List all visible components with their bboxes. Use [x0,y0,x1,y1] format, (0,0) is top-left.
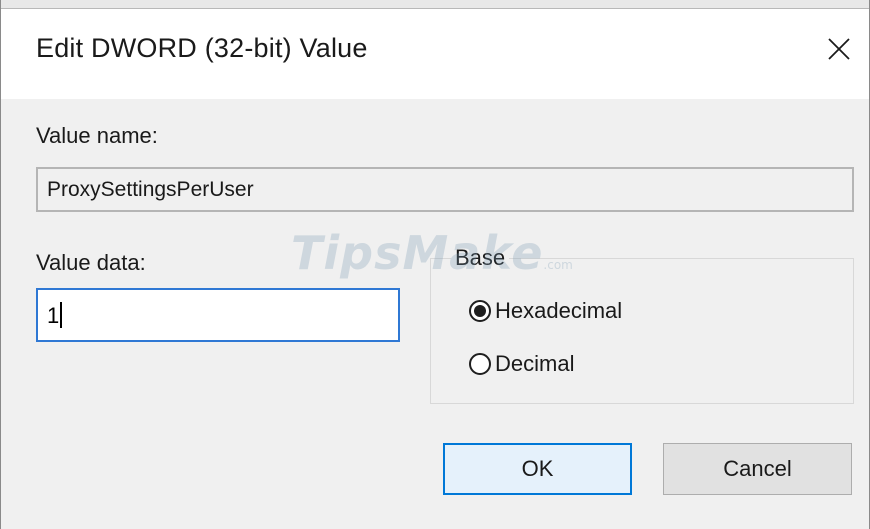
dialog-title: Edit DWORD (32-bit) Value [36,33,368,63]
value-data-text: 1 [47,303,60,328]
text-caret [60,302,63,328]
base-groupbox [430,258,854,404]
ok-button[interactable]: OK [443,443,632,495]
close-icon [828,38,850,60]
radio-hexadecimal-label: Hexadecimal [495,298,623,323]
radio-hexadecimal[interactable]: Hexadecimal [469,298,622,324]
base-group-title: Base [451,245,510,271]
ok-button-label: OK [521,456,554,481]
radio-selected-icon [469,300,491,322]
cancel-button-label: Cancel [723,456,792,481]
background-window-strip [1,0,869,9]
value-data-input[interactable]: 1 [36,288,400,342]
dialog-window: Edit DWORD (32-bit) Value Value name: Pr… [0,0,870,529]
value-name-text: ProxySettingsPerUser [47,178,254,201]
radio-unselected-icon [469,353,491,375]
radio-decimal[interactable]: Decimal [469,351,574,377]
close-button[interactable] [819,29,859,69]
value-data-label: Value data: [36,250,146,275]
radio-decimal-label: Decimal [495,351,575,376]
value-name-field: ProxySettingsPerUser [36,167,854,212]
title-bar: Edit DWORD (32-bit) Value [1,9,869,99]
cancel-button[interactable]: Cancel [663,443,852,495]
value-name-label: Value name: [36,123,158,148]
